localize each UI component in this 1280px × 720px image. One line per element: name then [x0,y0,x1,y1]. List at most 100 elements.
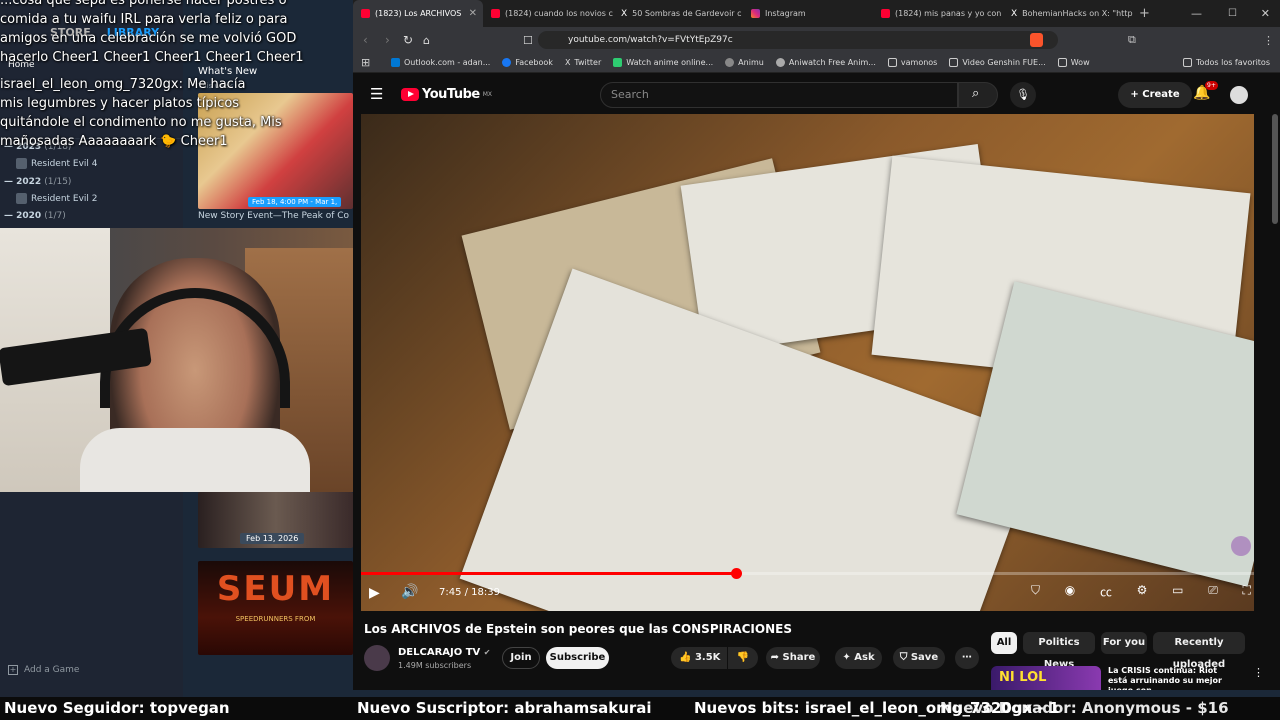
mic-icon[interactable]: 🎙 [1010,82,1036,108]
minimize-button[interactable]: — [1191,7,1202,20]
dislike-button[interactable]: 👎 [728,647,758,669]
apps-icon[interactable]: ⊞ [361,56,370,69]
chat-line: ...cosa que sepa es ponerse hacer postre… [0,0,287,8]
home-icon[interactable]: ⌂ [423,34,430,47]
chip-all[interactable]: All [991,632,1017,654]
bookmark-animu[interactable]: Animu [725,58,764,67]
back-icon[interactable]: ‹ [363,33,368,47]
maximize-button[interactable]: ☐ [1228,8,1237,19]
video-player[interactable] [361,114,1254,611]
game-resident-evil-2[interactable]: Resident Evil 2 [16,193,98,204]
volume-icon[interactable]: 🔊 [401,584,418,600]
more-actions-button[interactable]: ⋯ [955,647,979,669]
cast-icon[interactable]: ⎚ [1208,583,1218,603]
like-button[interactable]: 👍 3.5K [671,647,727,669]
reload-icon[interactable]: ↻ [403,33,413,47]
bookmark-facebook[interactable]: Facebook [502,58,553,67]
bookmark-vamonos[interactable]: vamonos [887,58,937,67]
forward-icon[interactable]: › [385,33,390,47]
channel-watermark-icon [1231,536,1251,556]
stream-alerts-ticker: Nuevo Seguidor: topvegan Nuevo Suscripto… [0,697,1280,720]
new-tab-button[interactable]: + [1139,6,1150,21]
bookmarks-bar: ⊞ Outlook.com - adan... Facebook X Twitte… [353,53,1280,73]
tab-instagram[interactable]: Instagram [743,0,873,27]
bookmark-video-genshin[interactable]: Video Genshin FUE... [949,58,1046,67]
bookmark-aniwatch[interactable]: Aniwatch Free Anim... [775,58,876,67]
progress-scrubber[interactable] [731,568,743,579]
bookmark-wow[interactable]: Wow [1057,58,1090,67]
captions-icon[interactable]: ㏄ [1100,583,1112,603]
bookmark-twitter[interactable]: X Twitter [565,58,601,67]
gear-icon[interactable]: ⚙ [1137,583,1148,603]
menu-icon[interactable]: ⋮ [1263,34,1274,47]
theater-mode-icon[interactable]: ▭ [1172,583,1183,603]
seum-logo: SEUM [216,569,335,609]
play-icon[interactable]: ▶ [369,585,380,601]
folder-icon [887,58,897,67]
game-resident-evil-4[interactable]: Resident Evil 4 [16,158,98,169]
close-window-button[interactable]: ✕ [1261,7,1270,20]
fullscreen-icon[interactable]: ⛶ [1243,583,1251,603]
new-donor-alert: Nuevo Donador: Anonymous - $16 [940,699,1229,717]
seum-tile[interactable]: SEUM SPEEDRUNNERS FROM [198,561,353,655]
search-input[interactable]: Search [600,82,958,108]
webcam-feed [0,228,355,492]
time-display: 7:45 / 18:39 [439,587,501,598]
tab-bar: (1823) Los ARCHIVOS ✕ (1824) cuando los n… [353,0,1280,27]
avatar[interactable] [1230,86,1248,104]
shirt [80,428,310,492]
autoplay-toggle[interactable]: ◉ [1065,583,1075,603]
brave-shield-icon[interactable] [1030,33,1043,47]
notifications-button[interactable]: 🔔 9+ [1193,81,1218,105]
year-2020[interactable]: — 2020 (1/7) [4,211,66,221]
recommended-title: La CRISIS continúa: Riot está arruinando… [1108,666,1222,690]
progress-bar[interactable] [361,568,1254,579]
bookmark-icon: ⛉ [899,652,911,663]
event-title[interactable]: New Story Event—The Peak of Co [198,211,355,221]
recommended-video[interactable]: NI LOL La CRISIS continúa: Riot está arr… [991,666,1280,690]
scrollbar[interactable] [1272,114,1278,224]
channel-avatar[interactable] [364,645,390,671]
player-controls: ▶ 🔊 7:45 / 18:39 ⛉ ◉ ㏄ ⚙ ▭ ⎚ ⛶ [361,568,1254,611]
tab-youtube-panas[interactable]: (1824) mis panas y yo con l [873,0,1003,27]
tab-youtube-archivos[interactable]: (1823) Los ARCHIVOS ✕ [353,0,483,27]
add-game-button[interactable]: + Add a Game [8,665,79,675]
subscribe-button[interactable]: Subscribe [546,647,609,669]
bookmark-outlook[interactable]: Outlook.com - adan... [391,58,490,67]
all-bookmarks[interactable]: Todos los favoritos [1183,58,1270,67]
year-2022[interactable]: — 2022 (1/15) [4,177,71,187]
event-tile-2[interactable]: Feb 13, 2026 [198,492,353,548]
create-button[interactable]: + Create [1118,82,1192,108]
ask-button[interactable]: ✦ Ask [835,647,882,669]
search-button[interactable]: ⌕ [958,82,998,108]
video-title: Los ARCHIVOS de Epstein son peores que l… [364,622,792,636]
notification-badge: 9+ [1205,81,1218,90]
thumbs-down-icon: 👎 [736,652,750,663]
instagram-icon [751,9,760,18]
youtube-logo[interactable]: YouTube MX [401,87,492,102]
share-button[interactable]: ➦ Share [766,647,820,669]
hamburger-menu-icon[interactable]: ☰ [370,85,383,103]
video-info: Los ARCHIVOS de Epstein son peores que l… [353,612,1280,690]
shield-icon[interactable]: ⛉ [1031,583,1040,603]
bookmark-watch-anime[interactable]: Watch anime online... [613,58,713,67]
bookmark-icon[interactable]: ☐ [523,34,533,47]
more-vert-icon[interactable]: ⋮ [1253,666,1264,679]
close-icon[interactable]: ✕ [469,8,477,19]
chip-for-you[interactable]: For you [1101,632,1147,654]
save-button[interactable]: ⛉ Save [893,647,945,669]
url-field[interactable]: youtube.com/watch?v=FVtYtEpZ97c [538,31,1058,49]
tab-x-bohemianhacks[interactable]: X BohemianHacks on X: "http [1003,0,1133,27]
tab-x-gardevoir[interactable]: X 50 Sombras de Gardevoir c [613,0,743,27]
chip-politics-news[interactable]: Politics News [1023,632,1095,670]
channel-name[interactable]: DELCARAJO TV ✔ [398,647,490,658]
folder-icon [1183,58,1192,67]
chip-recently-uploaded[interactable]: Recently uploaded [1153,632,1245,670]
extensions-icon[interactable]: ⧉ [1128,33,1136,47]
address-bar: ‹ › ↻ ⌂ ☐ youtube.com/watch?v=FVtYtEpZ97… [353,27,1280,53]
chat-line: comida a tu waifu IRL para verla feliz o… [0,12,288,27]
browser-window: (1823) Los ARCHIVOS ✕ (1824) cuando los n… [353,0,1280,690]
search-icon: ⌕ [972,86,980,101]
join-button[interactable]: Join [502,647,540,669]
tab-youtube-novios[interactable]: (1824) cuando los novios c [483,0,613,27]
